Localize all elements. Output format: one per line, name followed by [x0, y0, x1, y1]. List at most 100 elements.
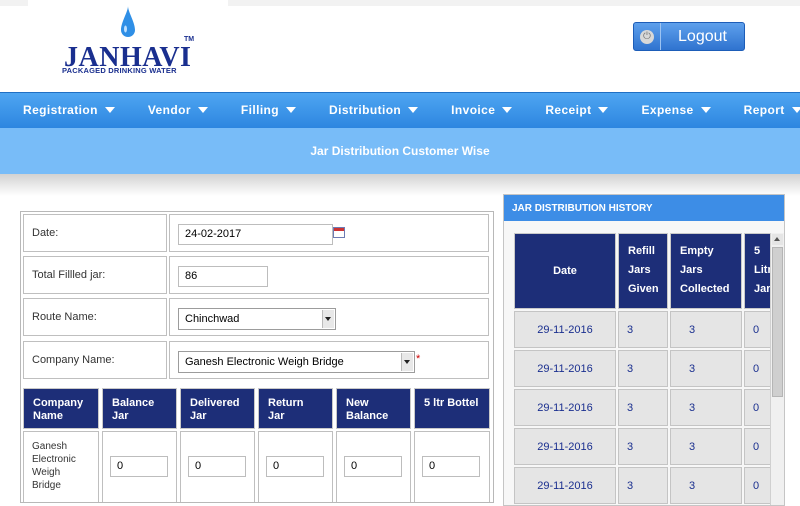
history-date-cell: 29-11-2016 — [514, 389, 616, 426]
date-cell: 24-02-2017 — [169, 214, 489, 252]
caret-down-icon — [502, 107, 513, 113]
route-label: Route Name: — [23, 298, 167, 336]
col-header-5ltr: 5 ltr Bottel — [414, 388, 490, 429]
bottle-5ltr-input[interactable]: 0 — [422, 456, 480, 477]
delivered-jar-input[interactable]: 0 — [188, 456, 246, 477]
history-date-cell: 29-11-2016 — [514, 428, 616, 465]
history-refill-cell: 3 — [618, 389, 668, 426]
company-label: Company Name: — [23, 341, 167, 379]
history-panel: JAR DISTRIBUTION HISTORY Date Refill Jar… — [503, 194, 785, 506]
history-empty-cell: 3 — [670, 467, 742, 504]
col-header-balance: Balance Jar — [102, 388, 177, 429]
nav-label: Expense — [641, 103, 694, 117]
form-row-route: Route Name: Chinchwad — [21, 296, 493, 340]
nav-label: Receipt — [545, 103, 592, 117]
calendar-icon[interactable] — [333, 227, 345, 238]
route-value: Chinchwad — [185, 313, 240, 325]
water-drop-icon — [121, 6, 135, 37]
history-date-cell: 29-11-2016 — [514, 350, 616, 387]
total-filled-label: Total Fillled jar: — [23, 256, 167, 294]
dropdown-arrow-icon — [322, 310, 334, 328]
nav-label: Registration — [23, 103, 98, 117]
total-cell: 86 — [169, 256, 489, 294]
required-marker: * — [416, 353, 421, 365]
logout-label: Logout — [678, 27, 727, 45]
caret-down-icon — [791, 107, 800, 113]
history-date-cell: 29-11-2016 — [514, 311, 616, 348]
route-select[interactable]: Chinchwad — [178, 308, 336, 330]
nav-label: Vendor — [147, 103, 191, 117]
history-title: JAR DISTRIBUTION HISTORY — [504, 195, 784, 221]
history-refill-cell: 3 — [618, 311, 668, 348]
page-banner: Jar Distribution Customer Wise — [0, 128, 800, 174]
nav-label: Distribution — [329, 103, 402, 117]
balance-cell: 0 — [102, 431, 177, 502]
return-jar-input[interactable]: 0 — [266, 456, 324, 477]
nav-label: Filling — [240, 103, 280, 117]
main-nav: Registration Vendor Filling Distribution… — [0, 92, 800, 128]
brand-logo[interactable]: JANHAVI TM PACKAGED DRINKING WATER — [60, 6, 200, 76]
caret-down-icon — [286, 107, 297, 113]
return-cell: 0 — [258, 431, 333, 502]
date-input[interactable]: 24-02-2017 — [178, 224, 333, 245]
new-balance-input[interactable]: 0 — [344, 456, 402, 477]
history-scrollbar[interactable] — [770, 233, 784, 505]
company-value: Ganesh Electronic Weigh Bridge — [185, 356, 344, 368]
new-balance-cell: 0 — [336, 431, 411, 502]
caret-down-icon — [700, 107, 711, 113]
caret-down-icon — [104, 107, 115, 113]
form-row-company: Company Name: Ganesh Electronic Weigh Br… — [21, 339, 493, 383]
form-row-total: Total Fillled jar: 86 — [21, 254, 493, 298]
caret-down-icon — [598, 107, 609, 113]
scroll-up-icon[interactable] — [772, 234, 783, 245]
nav-label: Invoice — [451, 103, 496, 117]
caret-down-icon — [197, 107, 208, 113]
history-empty-cell: 3 — [670, 389, 742, 426]
history-date-cell: 29-11-2016 — [514, 467, 616, 504]
power-icon: ⏻ — [634, 23, 661, 50]
nav-invoice[interactable]: Invoice — [428, 103, 513, 117]
history-header-refill: Refill Jars Given — [618, 233, 668, 309]
bottle-cell: 0 — [414, 431, 490, 502]
trademark: TM — [184, 36, 195, 43]
history-refill-cell: 3 — [618, 428, 668, 465]
col-header-return: Return Jar — [258, 388, 333, 429]
nav-receipt[interactable]: Receipt — [522, 103, 609, 117]
distribution-form: Date: 24-02-2017 Total Fillled jar: 86 R… — [20, 211, 494, 503]
brand-tagline: PACKAGED DRINKING WATER — [62, 66, 177, 75]
page-title: Jar Distribution Customer Wise — [310, 144, 490, 158]
history-header-empty: Empty Jars Collected — [670, 233, 742, 309]
form-row-date: Date: 24-02-2017 — [21, 212, 493, 256]
nav-distribution[interactable]: Distribution — [306, 103, 419, 117]
dropdown-arrow-icon — [401, 353, 413, 371]
company-cell: Ganesh Electronic Weigh Bridge * — [169, 341, 489, 379]
history-empty-cell: 3 — [670, 350, 742, 387]
delivered-cell: 0 — [180, 431, 255, 502]
company-select[interactable]: Ganesh Electronic Weigh Bridge — [178, 351, 415, 373]
history-refill-cell: 3 — [618, 467, 668, 504]
total-filled-input[interactable]: 86 — [178, 266, 268, 287]
nav-label: Report — [743, 103, 785, 117]
history-empty-cell: 3 — [670, 428, 742, 465]
nav-expense[interactable]: Expense — [618, 103, 711, 117]
history-empty-cell: 3 — [670, 311, 742, 348]
nav-registration[interactable]: Registration — [0, 103, 115, 117]
company-name-cell: Ganesh Electronic Weigh Bridge — [23, 431, 99, 502]
top-header: JANHAVI TM PACKAGED DRINKING WATER ⏻ Log… — [0, 0, 800, 92]
scroll-thumb[interactable] — [772, 247, 783, 397]
history-table: Date Refill Jars Given Empty Jars Collec… — [504, 221, 784, 505]
nav-vendor[interactable]: Vendor — [125, 103, 208, 117]
nav-filling[interactable]: Filling — [218, 103, 297, 117]
col-header-delivered: Delivered Jar — [180, 388, 255, 429]
history-refill-cell: 3 — [618, 350, 668, 387]
balance-jar-input[interactable]: 0 — [110, 456, 168, 477]
history-header-date: Date — [514, 233, 616, 309]
banner-shadow — [0, 174, 800, 196]
caret-down-icon — [408, 107, 419, 113]
logout-button[interactable]: ⏻ Logout — [633, 22, 745, 51]
col-header-new-balance: New Balance — [336, 388, 411, 429]
nav-report[interactable]: Report — [721, 103, 800, 117]
route-cell: Chinchwad — [169, 298, 489, 336]
date-label: Date: — [23, 214, 167, 252]
col-header-company: Company Name — [23, 388, 99, 429]
